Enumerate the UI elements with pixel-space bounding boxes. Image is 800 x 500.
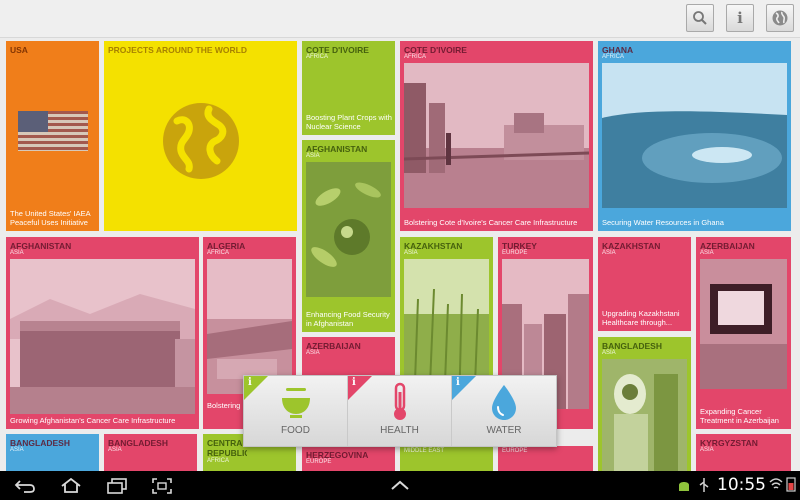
category-label: WATER [486, 425, 522, 436]
tile-herzegovina[interactable]: HERZEGOVINA EUROPE [302, 446, 395, 471]
category-water-button[interactable]: i WATER [452, 376, 556, 446]
tile-caption: The United States' IAEA Peaceful Uses In… [10, 209, 91, 227]
tile-caption: Expanding Cancer Treatment in Azerbaijan [700, 407, 779, 425]
lake-photo [602, 63, 787, 208]
info-icon[interactable]: i [456, 377, 460, 388]
tile-caption: Growing Afghanistan's Cancer Care Infras… [10, 415, 176, 425]
tile-region: ASIA [306, 350, 320, 356]
tile-region: ASIA [700, 250, 714, 256]
tile-title: PROJECTS AROUND THE WORLD [108, 45, 247, 55]
status-clock: 10:55 [717, 475, 766, 495]
tile-projects-around-the-world[interactable]: PROJECTS AROUND THE WORLD [104, 41, 297, 231]
magnifier-icon [693, 11, 707, 25]
tile-caption: Enhancing Food Security in Afghanistan [306, 310, 390, 328]
tile-country: COTE D'IVOIRE [404, 45, 467, 55]
tile-usa[interactable]: USA The United States' IAEA Peaceful Use… [6, 41, 99, 231]
tile-region: ASIA [10, 250, 24, 256]
tile-region: EUROPE [502, 250, 528, 256]
tile-region: ASIA [10, 447, 24, 453]
tile-cote-divoire-food[interactable]: COTE D'IVOIRE AFRICA Boosting Plant Crop… [302, 41, 395, 135]
building-photo [10, 259, 195, 414]
farmer-photo [602, 359, 687, 471]
tile-region: AFRICA [404, 54, 427, 60]
tile-kyrgyzstan[interactable]: KYRGYZSTAN ASIA [696, 434, 791, 471]
category-food-button[interactable]: i FOOD [244, 376, 348, 446]
tile-caption: Boosting Plant Crops with Nuclear Scienc… [306, 113, 392, 131]
tile-caption: Bolstering Cote d'Ivoire's Cancer Care I… [404, 217, 578, 227]
tile-caption: Upgrading Kazakhstani Healthcare through… [602, 309, 680, 327]
tile-region: EUROPE [502, 448, 528, 454]
tile-region: AFRICA [306, 54, 329, 60]
tile-region: AFRICA [602, 54, 625, 60]
coastal-city-photo [207, 259, 292, 394]
tile-country: USA [10, 45, 28, 55]
tile-region: MIDDLE EAST [404, 448, 445, 454]
tile-region: ASIA [108, 447, 122, 453]
tile-region: AFRICA [207, 458, 230, 464]
medical-monitor-photo [700, 259, 787, 389]
tile-region: ASIA [404, 250, 418, 256]
android-debug-icon [679, 482, 689, 491]
tile-middle-east[interactable]: MIDDLE EAST [400, 446, 493, 471]
tile-region: AFRICA [207, 250, 230, 256]
recent-apps-icon[interactable] [106, 478, 128, 494]
water-drop-icon [492, 385, 516, 420]
tile-europe[interactable]: EUROPE [498, 446, 593, 471]
screenshot-icon[interactable] [152, 478, 172, 494]
tile-caption: Securing Water Resources in Ghana [602, 217, 724, 227]
tile-country: AFGHANISTAN [10, 241, 72, 251]
food-bowl-icon [282, 388, 310, 418]
tile-cote-divoire-health[interactable]: COTE D'IVOIRE AFRICA Bolstering Cote d'I… [400, 41, 593, 231]
globe-icon [772, 10, 788, 26]
tile-bangladesh-water[interactable]: BANGLADESH ASIA [6, 434, 99, 471]
category-label: FOOD [281, 425, 310, 436]
battery-icon [786, 477, 796, 492]
chevron-up-icon[interactable] [390, 480, 410, 490]
tile-azerbaijan-health[interactable]: AZERBAIJAN ASIA Expanding Cancer Treatme… [696, 237, 791, 429]
us-flag-icon [18, 111, 88, 151]
tile-region: ASIA [602, 350, 616, 356]
home-icon[interactable] [60, 477, 82, 493]
usb-icon [699, 478, 709, 492]
pomegranate-photo [306, 162, 391, 297]
info-button[interactable]: i [726, 4, 754, 32]
tile-country: GHANA [602, 45, 634, 55]
tile-kazakhstan-health[interactable]: KAZAKHSTAN ASIA Upgrading Kazakhstani He… [598, 237, 691, 331]
search-button[interactable] [686, 4, 714, 32]
tile-country: CENTRAL REPUBLIC [207, 438, 247, 458]
top-toolbar: i [0, 0, 800, 38]
info-icon[interactable]: i [248, 377, 252, 388]
tile-region: ASIA [306, 153, 320, 159]
tile-region: ASIA [700, 447, 714, 453]
info-icon: i [737, 9, 743, 27]
tile-afghanistan-food[interactable]: AFGHANISTAN ASIA Enhancing Food Security… [302, 140, 395, 332]
thermometer-icon [394, 382, 406, 420]
globe-button[interactable] [766, 4, 794, 32]
tile-region: EUROPE [306, 459, 332, 465]
tile-bangladesh-health[interactable]: BANGLADESH ASIA [104, 434, 197, 471]
category-filter-popup: i FOOD i HEALTH i WATER [243, 375, 557, 447]
category-health-button[interactable]: i HEALTH [348, 376, 452, 446]
tile-afghanistan-health[interactable]: AFGHANISTAN ASIA Growing Afghanistan's C… [6, 237, 199, 429]
category-label: HEALTH [380, 425, 419, 436]
tile-bangladesh-food[interactable]: BANGLADESH ASIA [598, 337, 691, 471]
tile-ghana-water[interactable]: GHANA AFRICA Securing Water Resources in… [598, 41, 791, 231]
info-icon[interactable]: i [352, 377, 356, 388]
back-icon[interactable] [14, 479, 36, 493]
app-screen: i USA The United States' IAEA Peaceful U… [0, 0, 800, 500]
wifi-icon [769, 478, 783, 489]
globe-icon [163, 103, 239, 179]
tile-region: ASIA [602, 250, 616, 256]
system-navigation-bar: 10:55 [0, 471, 800, 500]
city-photo [404, 63, 589, 208]
